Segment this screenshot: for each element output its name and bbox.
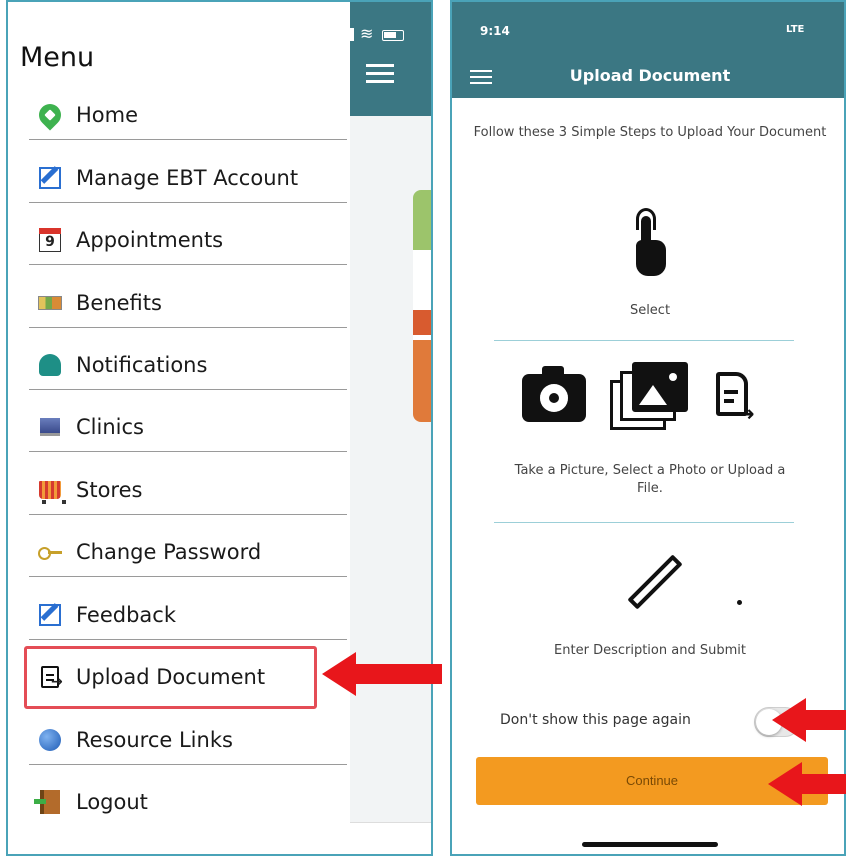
menu-item-clinics[interactable]: Clinics <box>29 402 347 452</box>
menu-item-home[interactable]: Home <box>29 90 347 140</box>
background-bottom-card <box>348 822 431 854</box>
annotation-arrow-continue <box>768 762 846 806</box>
calendar-icon: 9 <box>38 227 62 252</box>
menu-item-label: Resource Links <box>76 727 233 752</box>
hamburger-menu-icon[interactable] <box>366 64 394 84</box>
photo-gallery-icon[interactable] <box>610 362 690 434</box>
home-indicator <box>582 842 718 847</box>
background-app-content <box>348 2 431 854</box>
background-banner-card <box>413 190 431 422</box>
step3-label: Enter Description and Submit <box>554 643 746 658</box>
upload-document-icon <box>38 665 63 690</box>
edit-icon <box>38 166 62 190</box>
menu-item-label: Change Password <box>76 539 262 564</box>
annotation-arrow-toggle <box>772 698 846 742</box>
globe-icon <box>38 728 62 752</box>
benefits-icon <box>38 291 62 315</box>
page-title: Upload Document <box>569 66 731 85</box>
menu-item-stores[interactable]: Stores <box>29 465 347 515</box>
menu-item-label: Notifications <box>76 352 208 377</box>
annotation-arrow-left <box>322 652 442 696</box>
menu-item-appointments[interactable]: 9 Appointments <box>29 215 347 265</box>
clinic-building-icon <box>38 415 62 439</box>
status-time: 9:14 <box>480 24 510 38</box>
menu-item-resource-links[interactable]: Resource Links <box>29 715 347 765</box>
step-divider <box>494 340 794 341</box>
logout-door-icon <box>34 790 62 814</box>
menu-item-change-password[interactable]: Change Password <box>29 527 347 577</box>
home-pin-icon <box>34 98 66 131</box>
dont-show-again-label: Don't show this page again <box>500 712 691 728</box>
signal-icon <box>350 28 354 41</box>
bell-icon <box>38 353 62 377</box>
shopping-cart-icon <box>38 478 66 504</box>
menu-item-feedback[interactable]: Feedback <box>29 590 347 640</box>
step-divider <box>494 522 794 523</box>
status-bar-icons: ≋ <box>350 24 420 46</box>
menu-item-label: Feedback <box>76 602 177 627</box>
pencil-icon <box>624 554 684 614</box>
menu-item-label: Upload Document <box>76 665 266 689</box>
dot-mark <box>737 600 742 605</box>
menu-title: Menu <box>20 42 95 73</box>
menu-item-label: Logout <box>76 790 148 814</box>
menu-item-label: Stores <box>76 477 143 502</box>
wifi-icon: ≋ <box>360 24 374 43</box>
menu-item-logout[interactable]: Logout <box>29 777 347 827</box>
step1-label: Select <box>629 303 671 318</box>
key-icon <box>38 540 62 564</box>
status-network: LTE <box>786 24 805 35</box>
camera-icon[interactable] <box>522 366 586 422</box>
tap-finger-icon <box>630 208 670 280</box>
menu-item-upload-document[interactable]: Upload Document <box>29 652 347 702</box>
menu-item-label: Benefits <box>76 290 162 315</box>
upload-file-icon[interactable]: → <box>716 372 760 430</box>
left-phone-screenshot: ≋ Menu Home Manage EBT Account 9 Appoint… <box>6 0 433 856</box>
menu-item-label: Clinics <box>76 414 144 439</box>
step2-label: Take a Picture, Select a Photo or Upload… <box>514 463 786 496</box>
menu-item-label: Home <box>76 102 139 127</box>
menu-item-notifications[interactable]: Notifications <box>29 340 347 390</box>
background-app-header <box>348 2 431 116</box>
menu-item-benefits[interactable]: Benefits <box>29 278 347 328</box>
battery-icon <box>382 30 404 41</box>
side-menu-drawer: Menu Home Manage EBT Account 9 Appointme… <box>8 2 350 854</box>
edit-icon <box>38 603 62 627</box>
menu-item-manage-ebt-account[interactable]: Manage EBT Account <box>29 153 347 203</box>
menu-item-label: Manage EBT Account <box>76 165 299 190</box>
menu-item-label: Appointments <box>76 227 224 252</box>
intro-text: Follow these 3 Simple Steps to Upload Yo… <box>473 125 827 140</box>
